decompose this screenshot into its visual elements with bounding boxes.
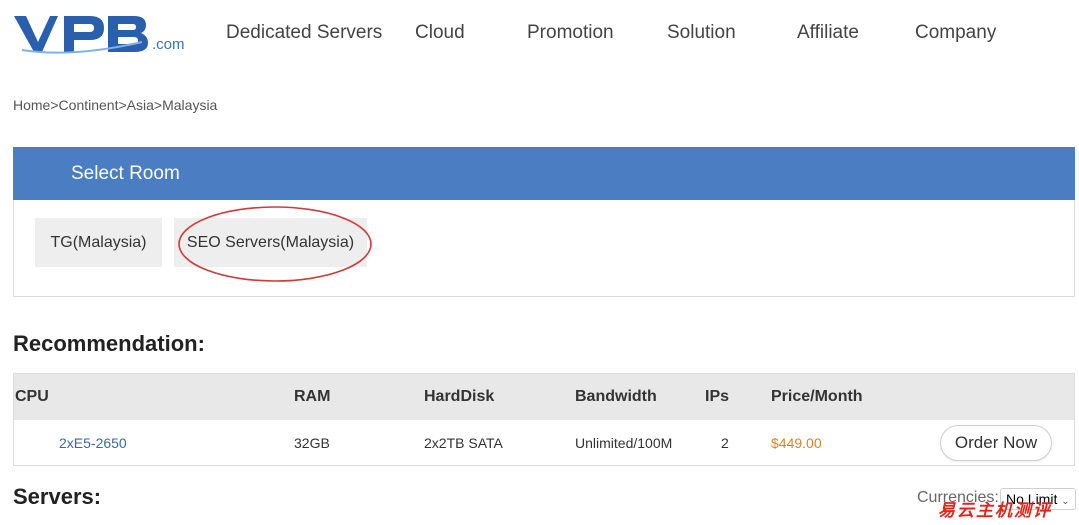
- room-selector-title: Select Room: [71, 163, 180, 184]
- watermark-text: 易云主机测评: [938, 501, 1052, 521]
- column-header-ips: IPs: [705, 388, 730, 405]
- cell-price: $449.00: [771, 435, 822, 451]
- breadcrumb-asia[interactable]: Asia: [127, 97, 154, 113]
- table-row: 2xE5-2650 32GB 2x2TB SATA Unlimited/100M…: [14, 420, 1074, 465]
- breadcrumb-home[interactable]: Home: [13, 97, 50, 113]
- vpb-logo-mark: [14, 16, 148, 54]
- breadcrumb: Home>Continent>Asia>Malaysia: [13, 97, 217, 113]
- chevron-down-icon: ⌄: [1061, 496, 1070, 507]
- nav-solution[interactable]: Solution: [667, 22, 736, 44]
- breadcrumb-malaysia: Malaysia: [162, 97, 218, 113]
- cell-ips: 2: [721, 435, 729, 451]
- room-option-seo-servers-malaysia[interactable]: SEO Servers(Malaysia): [174, 218, 367, 267]
- nav-dedicated-servers[interactable]: Dedicated Servers: [226, 22, 382, 44]
- room-selector-panel: Select Room TG(Malaysia) SEO Servers(Mal…: [13, 147, 1075, 297]
- site-logo[interactable]: .com: [12, 12, 187, 58]
- cell-bandwidth: Unlimited/100M: [575, 435, 673, 451]
- column-header-bandwidth: Bandwidth: [575, 388, 657, 405]
- site-header: .com Dedicated Servers Cloud Promotion S…: [0, 0, 1079, 70]
- column-header-cpu: CPU: [15, 388, 49, 405]
- nav-company[interactable]: Company: [915, 22, 996, 44]
- nav-promotion[interactable]: Promotion: [527, 22, 614, 44]
- cell-ram: 32GB: [294, 435, 330, 451]
- breadcrumb-separator: >: [153, 97, 163, 113]
- order-now-button[interactable]: Order Now: [940, 425, 1052, 461]
- column-header-price: Price/Month: [771, 388, 863, 405]
- logo-domain-suffix: .com: [152, 36, 185, 53]
- recommendation-title: Recommendation:: [13, 331, 205, 356]
- recommendation-table: CPU RAM HardDisk Bandwidth IPs Price/Mon…: [13, 373, 1075, 466]
- servers-title: Servers:: [13, 484, 102, 509]
- column-header-ram: RAM: [294, 388, 331, 405]
- breadcrumb-separator: >: [50, 97, 59, 113]
- cell-harddisk: 2x2TB SATA: [424, 435, 503, 451]
- nav-cloud[interactable]: Cloud: [415, 22, 465, 44]
- breadcrumb-separator: >: [118, 97, 127, 113]
- table-header-row: CPU RAM HardDisk Bandwidth IPs Price/Mon…: [14, 374, 1074, 420]
- room-option-tg-malaysia[interactable]: TG(Malaysia): [35, 218, 162, 267]
- nav-affiliate[interactable]: Affiliate: [797, 22, 859, 44]
- room-selector-header: Select Room: [13, 147, 1075, 200]
- breadcrumb-continent[interactable]: Continent: [59, 97, 119, 113]
- cell-cpu[interactable]: 2xE5-2650: [59, 435, 127, 451]
- column-header-harddisk: HardDisk: [424, 388, 495, 405]
